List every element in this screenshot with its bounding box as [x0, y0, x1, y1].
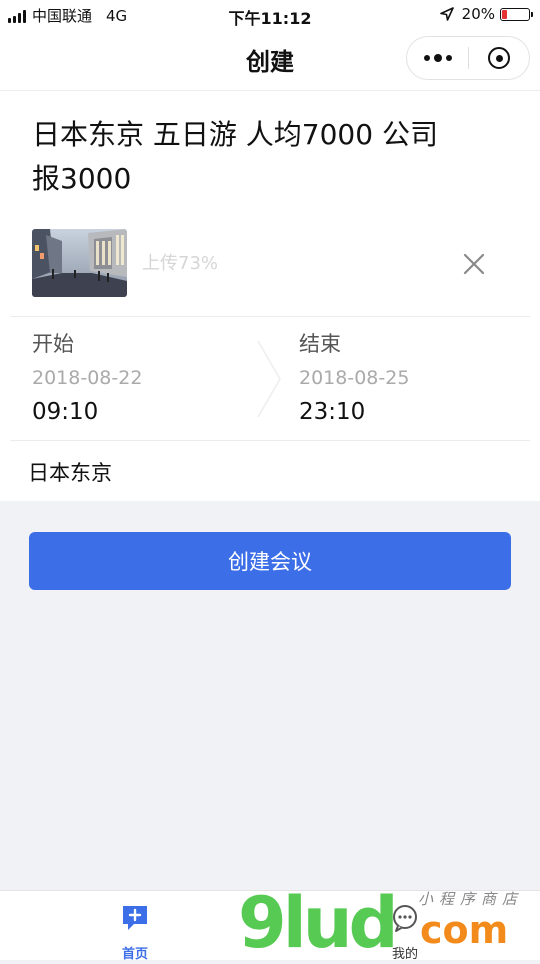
- chevron-right-divider-icon: [257, 340, 281, 418]
- chat-bubble-icon: [393, 905, 417, 932]
- battery-percent: 20%: [461, 5, 495, 23]
- more-dots-icon: [424, 55, 430, 61]
- end-date[interactable]: 2018-08-25: [299, 361, 409, 395]
- end-datetime-picker[interactable]: 结束 2018-08-25 23:10: [299, 329, 409, 429]
- divider: [10, 316, 530, 317]
- tab-home-label: 首页: [121, 947, 148, 962]
- end-label: 结束: [299, 332, 341, 356]
- status-bar: 中国联通 4G 下午11:12 20%: [0, 0, 540, 30]
- close-mini-program-button[interactable]: [469, 37, 529, 79]
- close-icon[interactable]: [462, 252, 486, 276]
- location-input[interactable]: 日本东京: [28, 457, 112, 487]
- nav-bar: 创建: [0, 30, 540, 91]
- upload-progress-text: 上传73%: [142, 253, 219, 274]
- start-time[interactable]: 09:10: [32, 395, 142, 429]
- tab-mine-label: 我的: [391, 947, 418, 962]
- battery-icon: [500, 7, 533, 21]
- tab-bar: 首页 我的: [0, 890, 540, 962]
- battery-fill: [502, 9, 507, 19]
- tab-home[interactable]: 首页: [75, 903, 195, 962]
- status-right: 20%: [439, 5, 533, 23]
- create-meeting-button[interactable]: 创建会议: [29, 532, 511, 590]
- start-date[interactable]: 2018-08-22: [32, 361, 142, 395]
- attachment-thumbnail[interactable]: [32, 229, 127, 297]
- divider: [10, 440, 530, 441]
- mini-program-capsule: [406, 36, 530, 80]
- chat-plus-icon: [123, 906, 147, 930]
- start-label: 开始: [32, 332, 74, 356]
- target-circle-icon: [488, 47, 510, 69]
- meeting-title-input[interactable]: 日本东京 五日游 人均7000 公司报3000: [32, 113, 452, 201]
- meeting-form: 日本东京 五日游 人均7000 公司报3000 上传73% 开始 2018-08…: [0, 91, 540, 501]
- more-button[interactable]: [407, 37, 469, 79]
- tab-mine[interactable]: 我的: [345, 903, 465, 962]
- attachment-row: 上传73%: [32, 229, 528, 299]
- end-time[interactable]: 23:10: [299, 395, 409, 429]
- location-arrow-icon: [439, 7, 454, 21]
- street-photo-image: [32, 229, 127, 297]
- start-datetime-picker[interactable]: 开始 2018-08-22 09:10: [32, 329, 142, 429]
